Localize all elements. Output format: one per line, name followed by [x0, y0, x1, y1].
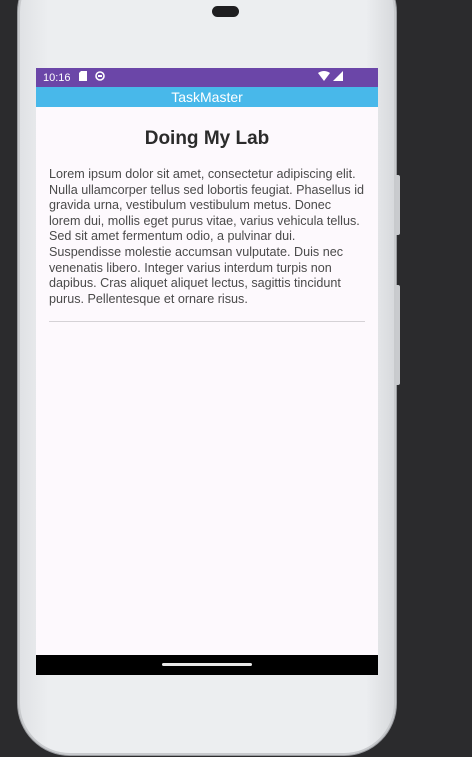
wifi-icon	[318, 71, 330, 84]
home-gesture-bar[interactable]	[162, 663, 252, 666]
navigation-bar	[36, 655, 378, 675]
status-bar: 10:16	[36, 68, 378, 87]
app-bar: TaskMaster	[36, 87, 378, 107]
proximity-sensor	[212, 6, 239, 17]
signal-icon	[333, 71, 343, 84]
status-right-icons	[318, 71, 343, 84]
sd-card-icon	[78, 71, 87, 84]
notification-icon	[94, 71, 105, 84]
task-detail: Doing My Lab Lorem ipsum dolor sit amet,…	[36, 128, 378, 323]
volume-button	[396, 285, 400, 385]
app-title: TaskMaster	[171, 89, 243, 105]
status-time: 10:16	[43, 71, 71, 84]
task-body: Lorem ipsum dolor sit amet, consectetur …	[49, 167, 365, 306]
power-button	[396, 175, 400, 235]
phone-screen: 10:16 TaskMaster Doing My Lab Lorem ipsu…	[36, 68, 378, 675]
task-title: Doing My Lab	[144, 128, 270, 149]
divider	[49, 321, 365, 323]
